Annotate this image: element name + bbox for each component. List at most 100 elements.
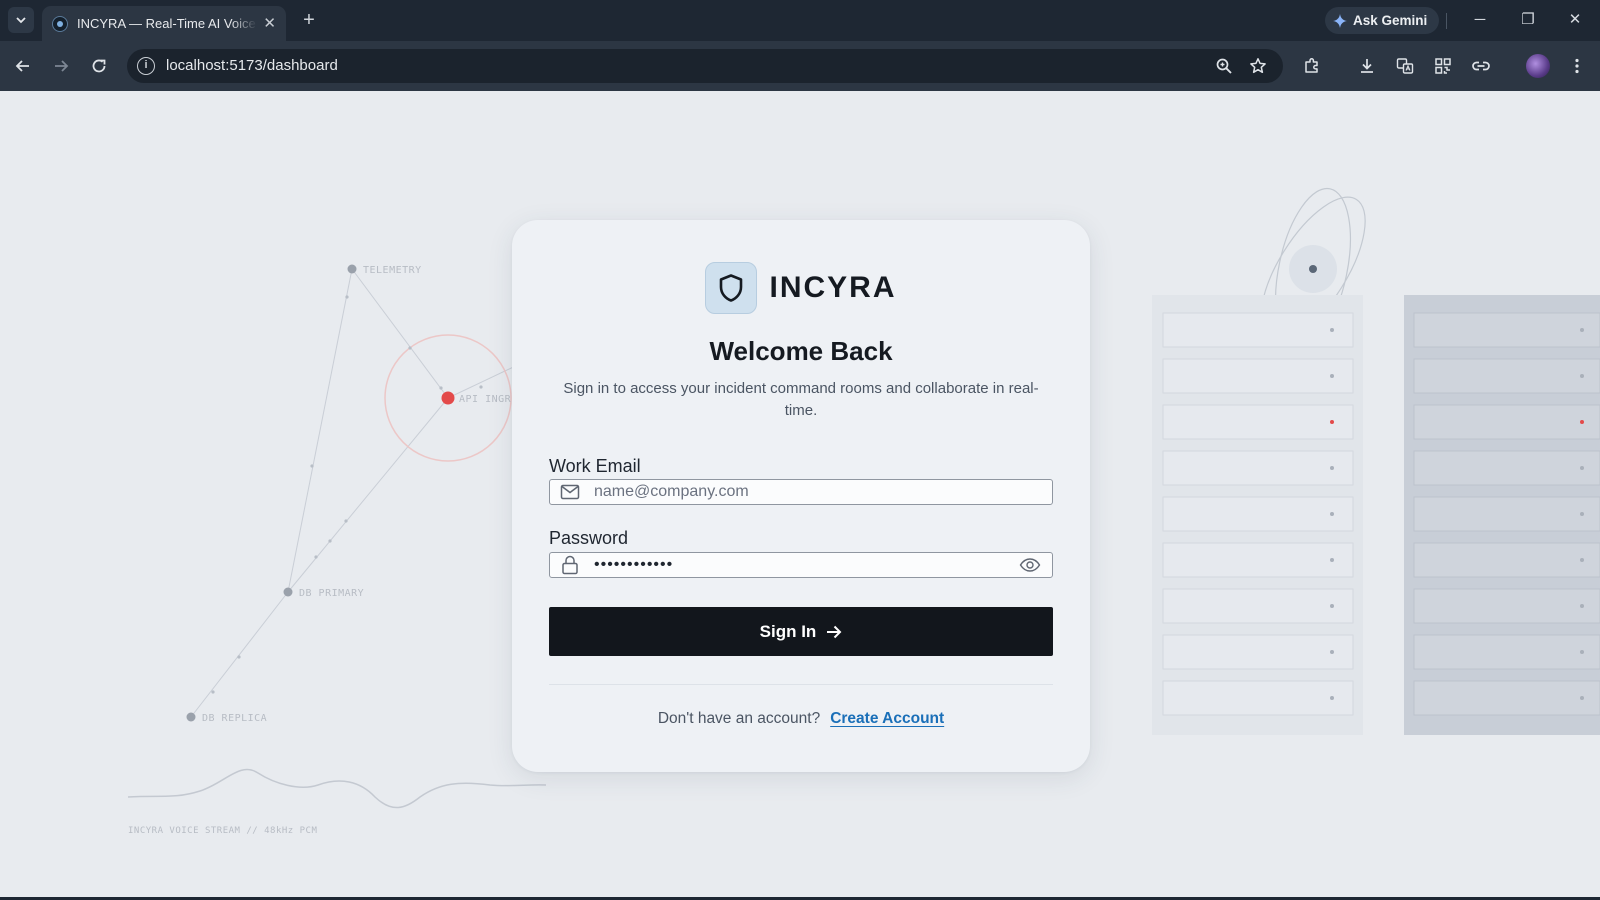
password-input[interactable]	[594, 554, 1012, 576]
email-input[interactable]	[594, 481, 1042, 503]
telemetry-node	[347, 264, 357, 274]
brand-logo: INCYRA	[512, 262, 1090, 314]
reload-icon	[92, 59, 106, 73]
login-subtitle: Sign in to access your incident command …	[563, 380, 1039, 419]
email-field[interactable]	[549, 479, 1053, 505]
translate-icon[interactable]	[1394, 55, 1416, 77]
bookmark-star-icon[interactable]	[1247, 55, 1269, 77]
brand-name: INCYRA	[769, 271, 897, 304]
rack-slot	[1413, 634, 1600, 670]
new-tab-button[interactable]: +	[298, 9, 320, 31]
rack-status-light	[1330, 420, 1334, 424]
rack-slot	[1413, 450, 1600, 486]
restore-window-button[interactable]: ❐	[1518, 10, 1538, 30]
site-info-icon[interactable]: i	[137, 57, 155, 75]
browser-toolbar: i localhost:5173/dashboard	[0, 41, 1600, 91]
db-primary-label: DB PRIMARY	[299, 588, 364, 599]
rack-slot	[1162, 404, 1354, 440]
reload-button[interactable]	[88, 55, 110, 77]
create-account-link[interactable]: Create Account	[830, 710, 944, 728]
url-text[interactable]: localhost:5173/dashboard	[166, 57, 338, 74]
arrow-right-icon	[827, 625, 842, 638]
eye-icon[interactable]	[1018, 555, 1042, 575]
page-title: Welcome Back	[709, 336, 893, 366]
rack-status-light	[1580, 696, 1584, 700]
rack-slot	[1413, 588, 1600, 624]
signup-prompt: Don't have an account? Create Account	[512, 710, 1090, 728]
rack-status-light	[1330, 328, 1334, 332]
mail-icon	[560, 482, 580, 502]
db-replica-node	[186, 712, 196, 722]
zoom-icon[interactable]	[1213, 55, 1235, 77]
db-primary-node	[283, 587, 293, 597]
minimize-window-button[interactable]: ─	[1470, 10, 1490, 30]
rack-status-light	[1330, 374, 1334, 378]
rack-slot	[1413, 404, 1600, 440]
sign-in-label: Sign In	[759, 621, 817, 641]
rack-slot	[1413, 496, 1600, 532]
chevron-down-icon	[16, 17, 26, 24]
menu-kebab-icon[interactable]	[1566, 55, 1588, 77]
api-node	[441, 391, 455, 405]
tab-search-button[interactable]	[8, 7, 34, 33]
tab-title: INCYRA — Real-Time AI Voice Incident Com…	[77, 16, 257, 31]
shield-badge	[705, 262, 758, 314]
rack-status-light	[1330, 558, 1334, 562]
arrow-right-icon	[55, 60, 69, 72]
browser-tab[interactable]: INCYRA — Real-Time AI Voice Incident Com…	[42, 6, 286, 41]
shield-icon	[720, 274, 743, 302]
rack-status-light	[1580, 420, 1584, 424]
rack-status-light	[1330, 466, 1334, 470]
rack-slot	[1162, 312, 1354, 348]
api-label: API INGR	[459, 394, 512, 405]
rack-status-light	[1330, 604, 1334, 608]
ask-gemini-button[interactable]: Ask Gemini	[1325, 7, 1440, 34]
rack-slot	[1162, 450, 1354, 486]
signup-question: Don't have an account?	[657, 710, 821, 727]
rack-status-light	[1580, 374, 1584, 378]
rack-status-light	[1330, 696, 1334, 700]
card-divider	[549, 684, 1053, 685]
link-icon[interactable]	[1470, 55, 1492, 77]
password-label: Password	[549, 528, 629, 548]
qr-code-icon[interactable]	[1432, 55, 1454, 77]
browser-tab-strip: INCYRA — Real-Time AI Voice Incident Com…	[0, 0, 1600, 41]
rack-slot	[1162, 634, 1354, 670]
profile-avatar[interactable]	[1526, 54, 1550, 78]
rack-slot	[1413, 680, 1600, 716]
telemetry-label: TELEMETRY	[363, 265, 422, 276]
db-replica-label: DB REPLICA	[202, 713, 267, 724]
rack-status-light	[1580, 512, 1584, 516]
tabstrip-divider	[1446, 13, 1447, 29]
rack-slot	[1413, 358, 1600, 394]
gemini-sparkle-icon	[1333, 13, 1347, 28]
rack-status-light	[1580, 604, 1584, 608]
email-label: Work Email	[549, 456, 641, 476]
rack-status-light	[1580, 466, 1584, 470]
rack-slot	[1162, 588, 1354, 624]
rack-status-light	[1580, 650, 1584, 654]
rack-slot	[1413, 542, 1600, 578]
back-button[interactable]	[12, 55, 34, 77]
download-icon[interactable]	[1356, 55, 1378, 77]
rack-slot	[1162, 358, 1354, 394]
sign-in-button[interactable]: Sign In	[549, 607, 1053, 656]
lock-icon	[560, 555, 580, 575]
rack-slot	[1162, 496, 1354, 532]
rack-slot	[1413, 312, 1600, 348]
favicon-icon	[52, 15, 68, 32]
extensions-icon[interactable]	[1301, 55, 1323, 77]
address-bar[interactable]: i localhost:5173/dashboard	[127, 49, 1283, 83]
rack-slot	[1162, 542, 1354, 578]
login-card: INCYRA Welcome Back Sign in to access yo…	[512, 220, 1090, 772]
password-field[interactable]	[549, 552, 1053, 578]
rack-status-light	[1330, 650, 1334, 654]
rack-status-light	[1580, 328, 1584, 332]
close-window-button[interactable]: ✕	[1565, 10, 1585, 30]
voice-waveform	[127, 768, 547, 809]
rack-status-light	[1330, 512, 1334, 516]
rack-status-light	[1580, 558, 1584, 562]
voice-stream-caption: INCYRA VOICE STREAM // 48kHz PCM	[128, 826, 317, 836]
close-tab-icon[interactable]: ✕	[263, 16, 276, 31]
forward-button[interactable]	[50, 55, 72, 77]
